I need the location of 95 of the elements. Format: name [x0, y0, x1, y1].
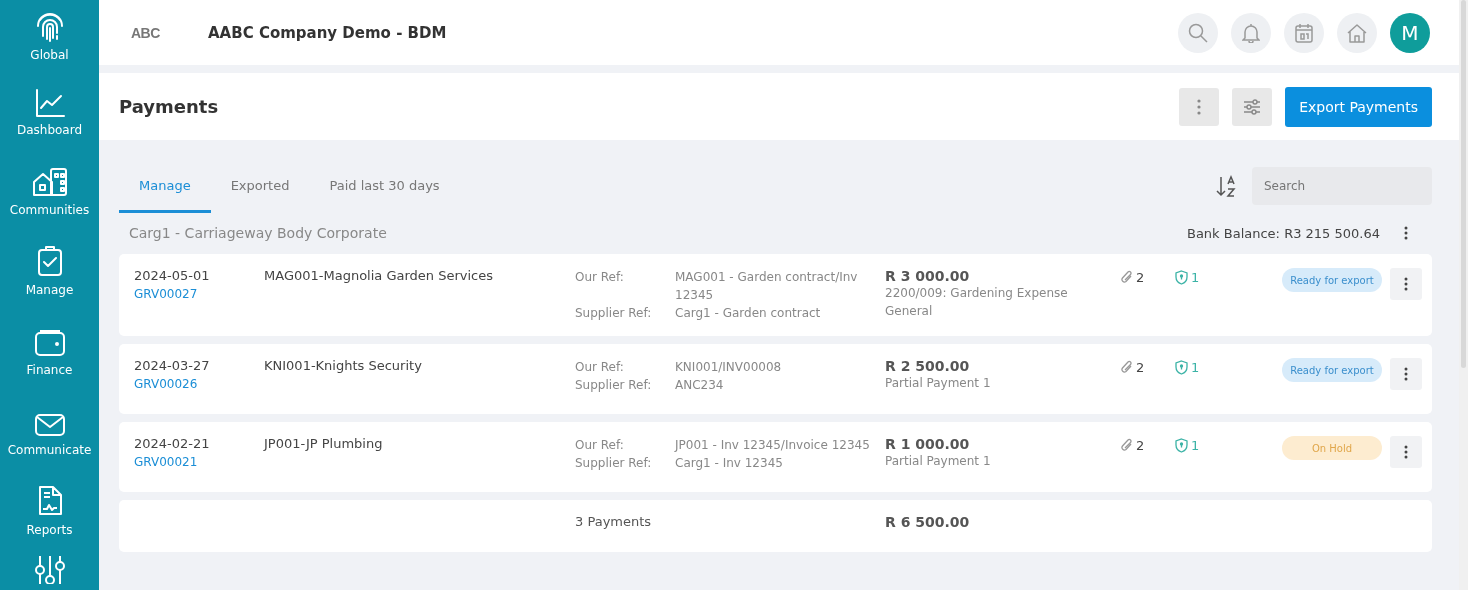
sidebar-item[interactable]: Dashboard	[0, 62, 99, 142]
filter-button[interactable]	[1232, 87, 1273, 126]
approval-count: 1	[1191, 270, 1200, 285]
company-logo: ABC	[131, 24, 161, 41]
buildings-icon	[31, 167, 68, 197]
more-button[interactable]	[1179, 87, 1220, 126]
payment-note: Partial Payment 1	[885, 375, 992, 392]
clipboard-check-icon	[36, 245, 63, 277]
row-menu-button[interactable]	[1390, 358, 1422, 390]
payment-note: 2200/009: Gardening Expense General	[885, 285, 1069, 320]
company-title: AABC Company Demo - BDM	[208, 23, 447, 42]
grv-link[interactable]: GRV00027	[134, 287, 264, 301]
shield-icon	[1175, 270, 1188, 285]
grv-link[interactable]: GRV00021	[134, 455, 264, 469]
notifications-button[interactable]	[1231, 12, 1271, 53]
tab[interactable]: Paid last 30 days	[309, 161, 460, 213]
line-chart-icon	[34, 89, 65, 117]
shield-icon	[1175, 360, 1188, 375]
calendar-button[interactable]	[1284, 12, 1324, 53]
home-icon	[1347, 22, 1367, 43]
payment-card[interactable]: 2024-03-27 GRV00026 KNI001-Knights Security Our Ref: KNI001/INV00008 Supplier Ref: ANC234 R 2 500.00 Partial Payment 1 2 1 Ready for export	[119, 344, 1432, 414]
kebab-icon	[1404, 445, 1408, 459]
user-avatar[interactable]: M	[1390, 12, 1430, 53]
supplier-name: KNI001-Knights Security	[264, 358, 423, 373]
kebab-icon	[1404, 367, 1408, 381]
sliders-icon	[1243, 98, 1262, 115]
row-menu-button[interactable]	[1390, 436, 1422, 468]
supplier-name: MAG001-Magnolia Garden Services	[264, 268, 494, 283]
ref-label: Our Ref:	[575, 437, 625, 454]
kebab-icon	[1404, 277, 1408, 291]
sidebar-item[interactable]: Communicate	[0, 382, 99, 462]
search-field[interactable]: Search	[1252, 167, 1432, 205]
payment-note: Partial Payment 1	[885, 453, 992, 470]
supplier-ref: ANC234	[675, 377, 725, 394]
supplier-ref: Carg1 - Inv 12345	[675, 455, 784, 472]
ref-label: Our Ref:	[575, 269, 625, 286]
sidebar-item[interactable]: Communities	[0, 142, 99, 222]
export-payments-button[interactable]: Export Payments	[1285, 86, 1432, 127]
bank-balance: Bank Balance: R3 215 500.64	[1187, 225, 1380, 241]
search-icon	[1188, 22, 1208, 43]
wallet-icon	[33, 329, 66, 357]
paperclip-icon	[1120, 360, 1133, 375]
status-badge: Ready for export	[1282, 358, 1382, 382]
sidebar-item[interactable]: Global	[0, 4, 99, 62]
ref-label: Supplier Ref:	[575, 377, 653, 394]
ref-label: Supplier Ref:	[575, 305, 653, 322]
row-menu-button[interactable]	[1390, 268, 1422, 300]
paperclip-icon	[1120, 438, 1133, 453]
bell-icon	[1242, 22, 1260, 43]
kebab-icon	[1197, 98, 1202, 115]
ref-label: Supplier Ref:	[575, 455, 653, 472]
scrollbar-thumb[interactable]	[1461, 0, 1466, 368]
supplier-name: JP001-JP Plumbing	[264, 436, 384, 451]
search-button[interactable]	[1178, 12, 1218, 53]
envelope-icon	[33, 413, 66, 437]
payment-amount: R 2 500.00	[885, 358, 971, 374]
tab[interactable]: Exported	[210, 161, 310, 213]
approval-count: 1	[1191, 360, 1200, 375]
payment-date: 2024-02-21	[134, 436, 211, 451]
status-badge: Ready for export	[1282, 268, 1382, 292]
grv-link[interactable]: GRV00026	[134, 377, 264, 391]
page-title: Payments	[119, 96, 219, 117]
calendar-icon	[1295, 22, 1313, 43]
kebab-icon	[1404, 226, 1408, 240]
attachment-count: 2	[1136, 438, 1145, 453]
ref-label: Our Ref:	[575, 359, 625, 376]
attachment-count: 2	[1136, 360, 1145, 375]
paperclip-icon	[1120, 270, 1133, 285]
status-badge: On Hold	[1282, 436, 1382, 460]
sidebar-item[interactable]: Reports	[0, 462, 99, 542]
payment-date: 2024-05-01	[134, 268, 211, 283]
fingerprint-icon	[34, 10, 65, 42]
payment-amount: R 3 000.00	[885, 268, 971, 284]
payment-date: 2024-03-27	[134, 358, 211, 373]
group-name: Carg1 - Carriageway Body Corporate	[129, 225, 387, 241]
report-icon	[36, 485, 63, 517]
payment-card[interactable]	[119, 254, 1432, 336]
approval-count: 1	[1191, 438, 1200, 453]
shield-icon	[1175, 438, 1188, 453]
our-ref: KNI001/INV00008	[675, 359, 783, 376]
sort-az-button[interactable]	[1216, 175, 1236, 197]
payment-amount: R 1 000.00	[885, 436, 971, 452]
home-button[interactable]	[1337, 12, 1377, 53]
attachment-count: 2	[1136, 270, 1145, 285]
sidebar-item[interactable]: Manage	[0, 222, 99, 302]
sort-icon	[1216, 175, 1236, 197]
sliders-icon[interactable]	[33, 556, 66, 584]
our-ref: MAG001 - Garden contract/Inv 12345	[675, 269, 859, 304]
payment-count: 3 Payments	[575, 514, 653, 529]
payment-card[interactable]: 2024-02-21 GRV00021 JP001-JP Plumbing Our Ref: JP001 - Inv 12345/Invoice 12345 Supplier Ref: Carg1 - Inv 12345 R 1 000.00 Partial Payment 1 2 1 On Hold	[119, 422, 1432, 492]
our-ref: JP001 - Inv 12345/Invoice 12345	[675, 437, 871, 454]
sidebar-item[interactable]: Finance	[0, 302, 99, 382]
supplier-ref: Carg1 - Garden contract	[675, 305, 822, 322]
total-amount: R 6 500.00	[885, 514, 970, 530]
tab[interactable]: Manage	[119, 161, 211, 213]
